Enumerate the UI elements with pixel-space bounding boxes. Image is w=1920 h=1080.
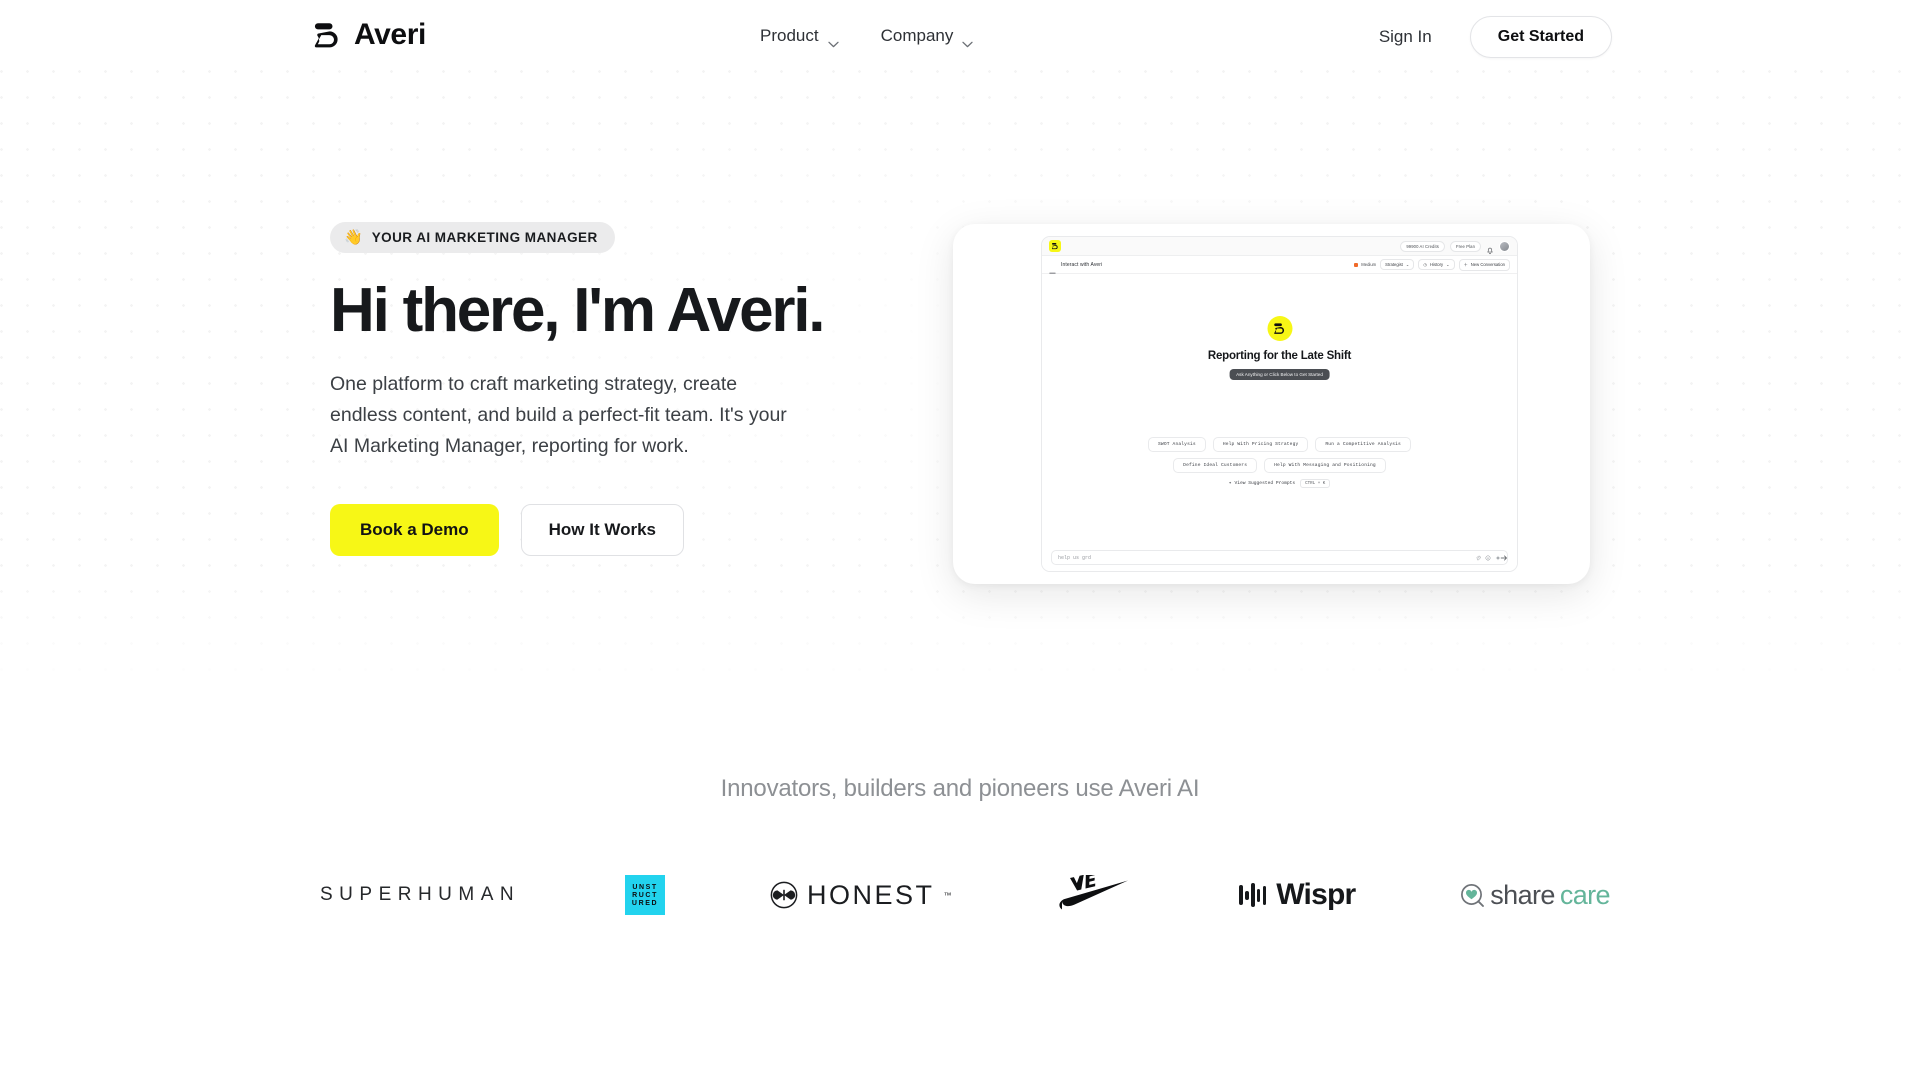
new-conversation-label: New Conversation	[1470, 262, 1505, 267]
hero-badge: 👋 YOUR AI MARKETING MANAGER	[330, 222, 615, 253]
app-topbar-actions: 99900 AI Credits Free Plan	[1400, 240, 1510, 255]
keyboard-shortcut-badge: CTRL + K	[1300, 479, 1331, 488]
suggestion-chip[interactable]: SWOT Analysis	[1148, 437, 1206, 452]
averi-logo-mark-icon	[1049, 240, 1061, 252]
history-label: History	[1430, 262, 1444, 267]
top-navigation-bar: Averi Product Company Sign In Get Starte…	[0, 0, 1920, 78]
hero-background-fade	[0, 560, 1920, 720]
suggestion-row-1: SWOT Analysis Help With Pricing Strategy…	[1042, 437, 1517, 452]
honest-butterfly-icon	[770, 881, 798, 909]
landing-page: Averi Product Company Sign In Get Starte…	[0, 0, 1920, 1080]
suggestion-chip[interactable]: Help With Pricing Strategy	[1212, 437, 1309, 452]
chevron-down-icon: ⌄	[1405, 262, 1410, 267]
honest-wordmark: HONEST	[806, 879, 935, 910]
app-greeting-title: Reporting for the Late Shift	[1207, 350, 1352, 362]
waving-hand-icon: 👋	[344, 229, 363, 246]
honest-trademark: ™	[943, 890, 952, 900]
persona-label: Strategist	[1385, 262, 1403, 267]
how-it-works-button[interactable]: How It Works	[520, 503, 685, 556]
prompts-text: View Suggested Prompts	[1234, 481, 1296, 486]
nav-item-company-label: Company	[880, 26, 954, 45]
sharecare-wordmark-care: care	[1559, 879, 1611, 910]
superhuman-wordmark: SUPERHUMAN	[320, 884, 521, 905]
view-suggested-prompts-label: ✦ View Suggested Prompts	[1229, 481, 1295, 486]
message-input[interactable]: help us grd	[1051, 550, 1508, 565]
hero-subcopy: One platform to craft marketing strategy…	[330, 373, 787, 458]
mode-label: Medium	[1361, 262, 1377, 267]
customer-logo-row: SUPERHUMAN UNST RUCT URED HONEST ™ Wispr…	[320, 855, 1611, 935]
averi-logo-mark-icon	[311, 20, 343, 50]
message-input-placeholder: help us grd	[1058, 554, 1092, 561]
brand-logo[interactable]: Averi	[311, 20, 426, 50]
logo-honest: HONEST ™	[770, 879, 952, 911]
get-started-button[interactable]: Get Started	[1469, 16, 1612, 58]
attach-icon[interactable]	[1475, 555, 1481, 561]
suggestion-row-2: Define Ideal Customers Help With Messagi…	[1042, 458, 1517, 473]
app-window: 99900 AI Credits Free Plan Interact with…	[1041, 236, 1518, 572]
hero-content: 👋 YOUR AI MARKETING MANAGER Hi there, I'…	[330, 222, 910, 556]
suggestion-chip[interactable]: Define Ideal Customers	[1173, 458, 1258, 473]
plan-badge[interactable]: Free Plan	[1449, 240, 1481, 252]
chevron-down-icon: ⌄	[1446, 262, 1450, 267]
app-subbar: Interact with Averi Medium Strategist ⌄ …	[1042, 256, 1517, 274]
ai-credits-badge[interactable]: 99900 AI Credits	[1400, 240, 1445, 252]
nav-item-product[interactable]: Product	[760, 26, 839, 47]
composer: help us grd	[1051, 550, 1508, 565]
nav-links: Product Company	[760, 26, 974, 47]
chevron-down-icon	[827, 33, 839, 47]
chevron-down-icon	[962, 33, 974, 47]
logo-nike	[1056, 872, 1134, 915]
logo-wispr: Wispr	[1239, 878, 1356, 912]
nav-item-product-label: Product	[760, 26, 819, 45]
menu-icon[interactable]	[1049, 262, 1056, 274]
mode-indicator[interactable]: Medium	[1354, 262, 1376, 267]
page-title: Hi there, I'm Averi.	[330, 276, 826, 345]
app-subbar-actions: Medium Strategist ⌄ ◷ History ⌄ ＋ New Co…	[1354, 258, 1510, 271]
plus-icon: ＋	[1463, 261, 1468, 267]
unstructured-line-1: UNST	[632, 883, 658, 891]
sparkle-icon: ✦	[1228, 481, 1232, 486]
nav-item-company[interactable]: Company	[880, 26, 974, 47]
emoji-icon[interactable]	[1485, 555, 1491, 561]
unstructured-line-3: URED	[631, 899, 659, 907]
app-hint-pill: Ask Anything or Click Below to Get Start…	[1229, 369, 1330, 380]
nike-swoosh-icon	[1056, 872, 1134, 915]
nav-actions: Sign In Get Started	[1379, 16, 1612, 58]
sharecare-heart-icon	[1460, 883, 1485, 908]
hero-cta-row: Book a Demo How It Works	[330, 503, 910, 556]
bell-icon[interactable]	[1486, 242, 1494, 255]
logo-sharecare: share care	[1460, 879, 1611, 911]
new-conversation-button[interactable]: ＋ New Conversation	[1458, 258, 1510, 271]
social-proof-title: Innovators, builders and pioneers use Av…	[720, 775, 1200, 802]
suggestion-chips: SWOT Analysis Help With Pricing Strategy…	[1042, 437, 1517, 488]
averi-avatar-icon	[1267, 316, 1292, 341]
logo-unstructured: UNST RUCT URED	[625, 875, 666, 915]
hero-badge-label: YOUR AI MARKETING MANAGER	[371, 230, 598, 245]
unstructured-logo-icon: UNST RUCT URED	[625, 875, 666, 915]
sign-in-link[interactable]: Sign In	[1379, 27, 1432, 47]
suggestion-chip[interactable]: Help With Messaging and Positioning	[1264, 458, 1386, 473]
persona-select[interactable]: Strategist ⌄	[1380, 259, 1415, 270]
conversation-title: Interact with Averi	[1061, 261, 1103, 268]
wispr-bars-icon	[1239, 882, 1267, 908]
sharecare-wordmark-share: share	[1490, 879, 1555, 910]
wispr-wordmark: Wispr	[1276, 878, 1356, 911]
app-topbar: 99900 AI Credits Free Plan	[1042, 237, 1517, 256]
brand-name: Averi	[354, 18, 426, 51]
suggestion-chip[interactable]: Run a Competitive Analysis	[1315, 437, 1411, 452]
app-main-area: Reporting for the Late Shift Ask Anythin…	[1042, 274, 1517, 571]
send-button[interactable]	[1497, 551, 1510, 564]
product-preview-card: 99900 AI Credits Free Plan Interact with…	[953, 224, 1590, 584]
unstructured-line-2: RUCT	[632, 891, 658, 899]
history-select[interactable]: ◷ History ⌄	[1418, 259, 1455, 270]
clock-icon: ◷	[1423, 262, 1428, 267]
book-a-demo-button[interactable]: Book a Demo	[330, 503, 499, 556]
view-suggested-prompts[interactable]: ✦ View Suggested Prompts CTRL + K	[1042, 479, 1517, 488]
avatar[interactable]	[1499, 240, 1510, 252]
logo-superhuman: SUPERHUMAN	[320, 884, 520, 906]
mode-dot-icon	[1354, 262, 1359, 267]
